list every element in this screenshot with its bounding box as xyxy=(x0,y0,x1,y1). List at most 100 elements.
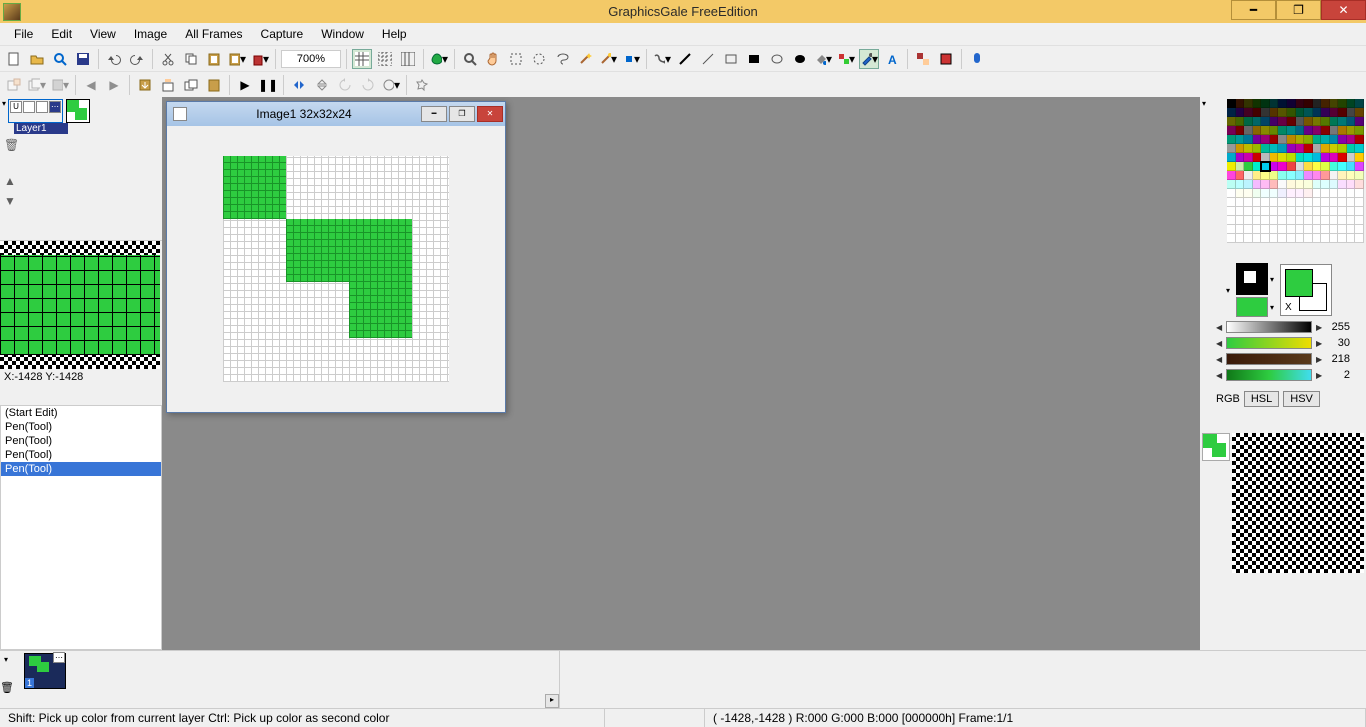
palette-color[interactable] xyxy=(1321,207,1330,216)
palette-color[interactable] xyxy=(1347,117,1356,126)
palette-color[interactable] xyxy=(1270,108,1279,117)
palette-color[interactable] xyxy=(1304,171,1313,180)
layer-vis-icon[interactable]: U xyxy=(10,101,22,113)
palette-color[interactable] xyxy=(1330,99,1339,108)
palette-color[interactable] xyxy=(1338,234,1347,243)
layer-down-icon[interactable]: ▼ xyxy=(4,194,20,210)
palette-color[interactable] xyxy=(1287,144,1296,153)
flip-h-icon[interactable] xyxy=(289,75,309,95)
palette-color[interactable] xyxy=(1338,225,1347,234)
palette-color[interactable] xyxy=(1236,207,1245,216)
secondary-swatch[interactable] xyxy=(1236,297,1268,317)
antialias-icon[interactable] xyxy=(913,49,933,69)
flip-v-icon[interactable] xyxy=(312,75,332,95)
palette-color[interactable] xyxy=(1278,180,1287,189)
slider-dec-icon[interactable]: ◀ xyxy=(1216,371,1222,380)
palette-color[interactable] xyxy=(1244,171,1253,180)
oval-tool-icon[interactable] xyxy=(767,49,787,69)
palette-color[interactable] xyxy=(1355,225,1364,234)
rect-tool-icon[interactable] xyxy=(721,49,741,69)
palette-color[interactable] xyxy=(1227,162,1236,171)
palette-color[interactable] xyxy=(1355,108,1364,117)
doc-maximize-icon[interactable]: ❐ xyxy=(449,106,475,122)
palette-color[interactable] xyxy=(1355,144,1364,153)
grid-config-icon[interactable] xyxy=(398,49,418,69)
palette-color[interactable] xyxy=(1227,180,1236,189)
palette-color[interactable] xyxy=(1236,189,1245,198)
doc-titlebar[interactable]: Image1 32x32x24 ━ ❐ ✕ xyxy=(167,102,505,126)
palette-color[interactable] xyxy=(1296,153,1305,162)
palette-color[interactable] xyxy=(1338,207,1347,216)
palette-color[interactable] xyxy=(1270,162,1279,171)
palette-color[interactable] xyxy=(1278,225,1287,234)
palette-color[interactable] xyxy=(1313,135,1322,144)
eyedropper-icon[interactable]: ▾ xyxy=(859,49,879,69)
palette-color[interactable] xyxy=(1338,171,1347,180)
menu-capture[interactable]: Capture xyxy=(253,25,312,43)
palette-color[interactable] xyxy=(1347,153,1356,162)
palette-color[interactable] xyxy=(1261,144,1270,153)
palette-color[interactable] xyxy=(1313,171,1322,180)
palette-color[interactable] xyxy=(1236,180,1245,189)
palette-color[interactable] xyxy=(1304,99,1313,108)
palette-color[interactable] xyxy=(1338,216,1347,225)
palette-color[interactable] xyxy=(1347,216,1356,225)
palette-color[interactable] xyxy=(1287,198,1296,207)
palette-color[interactable] xyxy=(1355,207,1364,216)
palette-color[interactable] xyxy=(1313,234,1322,243)
slider-track[interactable] xyxy=(1226,321,1312,333)
oval-fill-icon[interactable] xyxy=(790,49,810,69)
palette-color[interactable] xyxy=(1330,180,1339,189)
palette-color[interactable] xyxy=(1321,189,1330,198)
slider-inc-icon[interactable]: ▶ xyxy=(1316,355,1322,364)
paste-icon[interactable] xyxy=(204,49,224,69)
palette-color[interactable] xyxy=(1244,189,1253,198)
snap-icon[interactable] xyxy=(967,49,987,69)
onion-skin-icon[interactable]: ▾ xyxy=(429,49,449,69)
palette-color[interactable] xyxy=(1330,171,1339,180)
palette-color[interactable] xyxy=(1253,198,1262,207)
palette-color[interactable] xyxy=(1278,126,1287,135)
frame-trash-icon[interactable]: 🗑 xyxy=(0,681,14,694)
palette-color[interactable] xyxy=(1347,234,1356,243)
palette-color[interactable] xyxy=(1355,153,1364,162)
palette-color[interactable] xyxy=(1347,225,1356,234)
palette-color[interactable] xyxy=(1330,207,1339,216)
palette-color[interactable] xyxy=(1313,126,1322,135)
transparent-color-icon[interactable] xyxy=(936,49,956,69)
color-slider[interactable]: ◀▶255 xyxy=(1216,321,1350,333)
palette-color[interactable] xyxy=(1304,162,1313,171)
palette-color[interactable] xyxy=(1253,180,1262,189)
palette-color[interactable] xyxy=(1227,207,1236,216)
palette-color[interactable] xyxy=(1236,135,1245,144)
palette-color[interactable] xyxy=(1304,117,1313,126)
swatch-dropdown-icon[interactable]: ▾ xyxy=(1270,275,1274,284)
tab-hsl[interactable]: HSL xyxy=(1244,391,1279,407)
palette-color[interactable] xyxy=(1321,144,1330,153)
slider-inc-icon[interactable]: ▶ xyxy=(1316,371,1322,380)
palette-color[interactable] xyxy=(1236,225,1245,234)
palette-color[interactable] xyxy=(1253,171,1262,180)
palette-color[interactable] xyxy=(1287,135,1296,144)
palette-color[interactable] xyxy=(1278,216,1287,225)
palette-color[interactable] xyxy=(1330,108,1339,117)
palette-color[interactable] xyxy=(1287,234,1296,243)
palette-color[interactable] xyxy=(1304,216,1313,225)
trash-icon[interactable]: 🗑 xyxy=(4,138,20,154)
palette-color[interactable] xyxy=(1270,198,1279,207)
palette-color[interactable] xyxy=(1313,117,1322,126)
palette-color[interactable] xyxy=(1347,189,1356,198)
pixel-canvas[interactable] xyxy=(223,156,449,382)
palette-color[interactable] xyxy=(1338,108,1347,117)
menu-edit[interactable]: Edit xyxy=(43,25,80,43)
document-window[interactable]: Image1 32x32x24 ━ ❐ ✕ xyxy=(166,101,506,413)
import-icon[interactable] xyxy=(135,75,155,95)
palette-color[interactable] xyxy=(1253,153,1262,162)
grid-icon[interactable] xyxy=(352,49,372,69)
cut-icon[interactable] xyxy=(158,49,178,69)
palette-color[interactable] xyxy=(1270,126,1279,135)
palette-color[interactable] xyxy=(1270,144,1279,153)
swatch-dropdown-icon[interactable]: ▾ xyxy=(1270,303,1274,312)
palette-color[interactable] xyxy=(1236,162,1245,171)
palette-color[interactable] xyxy=(1227,234,1236,243)
